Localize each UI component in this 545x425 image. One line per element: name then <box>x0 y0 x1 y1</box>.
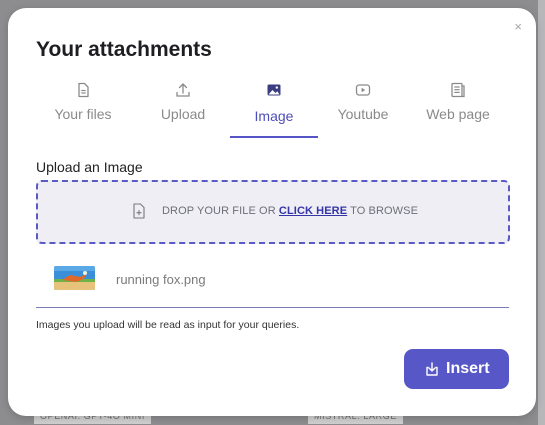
divider <box>36 307 509 308</box>
background-card-right <box>538 0 545 425</box>
tab-upload[interactable]: Upload <box>148 78 218 142</box>
file-add-icon <box>133 203 145 219</box>
insert-button-label: Insert <box>446 360 490 377</box>
close-button[interactable]: × <box>514 20 522 34</box>
file-name: running fox.png <box>116 272 206 287</box>
youtube-icon <box>355 84 371 96</box>
tab-label: Upload <box>160 106 206 122</box>
tab-label: Youtube <box>337 106 389 122</box>
helper-text: Images you upload will be read as input … <box>36 319 300 331</box>
file-icon <box>78 82 89 98</box>
attachments-modal: × Your attachments Your files Upload Ima… <box>8 8 536 416</box>
tab-youtube[interactable]: Youtube <box>330 78 396 142</box>
active-tab-indicator <box>230 136 318 138</box>
tab-your-files[interactable]: Your files <box>50 78 116 142</box>
tab-label: Your files <box>54 106 112 122</box>
attachment-tabs: Your files Upload Image Youtube Web page <box>36 78 500 142</box>
drop-instructions: DROP YOUR FILE OR CLICK HERE TO BROWSE <box>162 205 419 217</box>
image-thumbnail <box>54 266 95 290</box>
image-icon <box>267 84 281 96</box>
tab-label: Web page <box>426 106 490 122</box>
section-title: Upload an Image <box>36 159 143 175</box>
tab-label: Image <box>254 108 294 124</box>
upload-icon <box>176 83 190 97</box>
tab-image[interactable]: Image <box>230 78 318 142</box>
insert-button[interactable]: Insert <box>404 349 509 389</box>
click-here-link[interactable]: CLICK HERE <box>279 205 347 217</box>
file-drop-zone[interactable]: DROP YOUR FILE OR CLICK HERE TO BROWSE <box>36 180 510 244</box>
tab-web-page[interactable]: Web page <box>420 78 496 142</box>
insert-icon <box>426 362 438 376</box>
web-page-icon <box>451 82 465 98</box>
modal-title: Your attachments <box>36 38 212 61</box>
